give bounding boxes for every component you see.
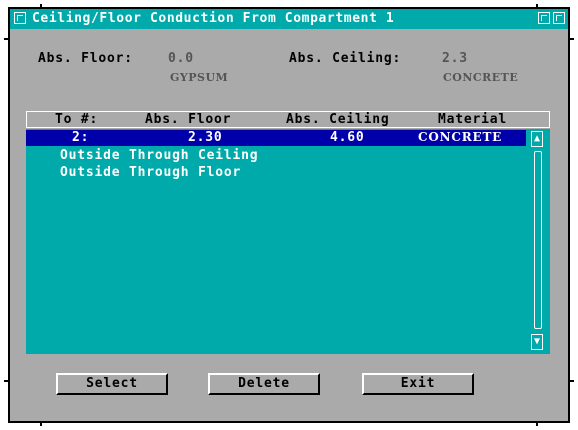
table-row[interactable]: Outside Through Ceiling <box>26 148 526 164</box>
outer-margin-bottom <box>0 423 578 430</box>
scroll-down-arrow-icon[interactable]: ▼ <box>531 334 543 350</box>
row-to: Outside Through Floor <box>60 165 242 180</box>
column-header-abs-floor: Abs. Floor <box>145 112 232 127</box>
frame-resize-tick[interactable] <box>40 421 42 426</box>
delete-button[interactable]: Delete <box>208 373 320 395</box>
row-material: CONCRETE <box>418 130 503 144</box>
column-header-material: Material <box>438 112 508 127</box>
outer-margin-right <box>570 0 578 430</box>
table-row[interactable]: 2: 2.30 4.60 CONCRETE <box>26 130 526 146</box>
row-abs-floor: 2.30 <box>188 130 223 145</box>
window-title: Ceiling/Floor Conduction From Compartmen… <box>32 11 395 26</box>
title-bar[interactable]: Ceiling/Floor Conduction From Compartmen… <box>10 9 568 29</box>
row-abs-ceiling: 4.60 <box>330 130 365 145</box>
scroll-up-arrow-icon[interactable]: ▲ <box>531 131 543 147</box>
outer-margin-left <box>0 0 8 430</box>
connection-list[interactable]: 2: 2.30 4.60 CONCRETE Outside Through Ce… <box>26 129 550 354</box>
exit-button[interactable]: Exit <box>362 373 474 395</box>
select-button[interactable]: Select <box>56 373 168 395</box>
abs-ceiling-label: Abs. Ceiling: <box>289 51 402 66</box>
frame-border-bottom <box>8 421 570 423</box>
window-menu-icon[interactable] <box>14 12 26 24</box>
abs-floor-label: Abs. Floor: <box>38 51 133 66</box>
column-header-abs-ceiling: Abs. Ceiling <box>286 112 390 127</box>
abs-floor-value: 0.0 <box>168 51 194 66</box>
ceiling-material: CONCRETE <box>443 71 519 84</box>
outer-margin-top <box>0 0 578 7</box>
frame-border-left <box>8 7 10 423</box>
row-to: 2: <box>72 130 90 145</box>
column-header-to: To #: <box>55 112 99 127</box>
list-scrollbar[interactable]: ▲ ▼ <box>528 129 546 354</box>
row-to: Outside Through Ceiling <box>60 148 259 163</box>
frame-border-right <box>568 7 570 423</box>
minimize-icon[interactable] <box>538 12 550 24</box>
dialog-window: Ceiling/Floor Conduction From Compartmen… <box>0 0 578 430</box>
table-header: To #: Abs. Floor Abs. Ceiling Material <box>26 111 550 128</box>
frame-resize-tick[interactable] <box>569 38 574 40</box>
floor-material: GYPSUM <box>170 71 229 84</box>
maximize-icon[interactable] <box>553 12 565 24</box>
scroll-track[interactable] <box>534 151 542 329</box>
frame-resize-tick[interactable] <box>536 421 538 426</box>
frame-resize-tick[interactable] <box>569 380 574 382</box>
frame-resize-tick[interactable] <box>4 380 9 382</box>
frame-resize-tick[interactable] <box>4 38 9 40</box>
table-row[interactable]: Outside Through Floor <box>26 165 526 181</box>
abs-ceiling-value: 2.3 <box>442 51 468 66</box>
